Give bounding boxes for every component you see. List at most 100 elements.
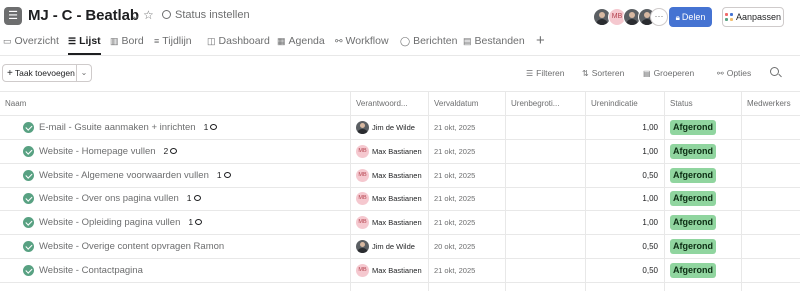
tab-tijdlijn[interactable]: ≡ Tijdlijn [154,34,192,52]
column-header[interactable]: Medwerkers [741,92,800,116]
table-cell[interactable]: Afgerond [664,235,741,258]
table-cell[interactable]: 20 okt, 2025 [428,235,505,258]
table-cell[interactable]: Afgerond [664,116,741,139]
completed-check-icon[interactable] [23,122,34,133]
set-status-button[interactable]: Status instellen [162,9,250,21]
tab-bord[interactable]: ▥ Bord [110,34,144,52]
project-title[interactable]: MJ - C - Beatlab [28,7,139,24]
table-cell[interactable]: Website - Overige content opvragen Ramon [0,235,350,258]
table-cell[interactable]: MB Max Bastianen [350,211,428,235]
status-badge[interactable]: Afgerond [670,120,716,135]
column-header[interactable]: Vervaldatum [428,92,505,116]
table-cell[interactable]: 21 okt, 2025 [428,187,505,211]
table-cell[interactable]: Website - Homepage vullen 2 [0,140,350,163]
table-cell[interactable] [505,163,585,187]
tab-overzicht[interactable]: ▭ Overzicht [3,34,59,52]
status-badge[interactable]: Afgerond [670,143,716,159]
completed-check-icon[interactable] [23,241,34,252]
table-cell[interactable]: 0,50 [585,235,664,258]
table-cell[interactable]: 1,00 [585,139,664,163]
tab-workflow[interactable]: ⚯ Workflow [335,34,389,52]
table-cell[interactable] [741,116,800,139]
task-name[interactable]: Website - Algemene voorwaarden vullen 1 [39,164,231,187]
table-cell[interactable]: 21 okt, 2025 [428,211,505,235]
column-header[interactable]: Naam [0,92,350,116]
status-badge[interactable]: Afgerond [670,262,716,278]
tab-lijst[interactable]: ☰ Lijst [68,34,101,55]
table-cell[interactable] [505,187,585,211]
table-row[interactable]: Website - Homepage vullen 2 MB Max Bastiane… [0,139,800,164]
add-task-dropdown[interactable]: ⌄ [77,64,92,82]
table-row[interactable]: Website - Opleiding pagina vullen 1 MB Max … [0,211,800,236]
completed-check-icon[interactable] [23,193,34,205]
list-icon[interactable]: ☰ [4,7,22,25]
column-header[interactable]: Urenindicatie [585,92,664,116]
sort-button[interactable]: ⇅ Sorteren [582,68,624,78]
table-cell[interactable]: Website - Over ons pagina vullen 1 [0,187,350,210]
table-cell[interactable]: 0,50 [585,258,664,282]
task-name[interactable]: Website - Contactpagina [39,259,143,282]
tab-bestanden[interactable]: ▤ Bestanden [463,34,525,52]
table-cell[interactable]: 21 okt, 2025 [428,258,505,282]
task-name[interactable]: Website - Over ons pagina vullen 1 [39,187,201,210]
more-members-icon[interactable]: ··· [650,8,668,26]
table-row[interactable]: Website - Overige content opvragen Ramon… [0,235,800,259]
table-cell[interactable]: MB Max Bastianen [350,163,428,187]
task-name[interactable]: E-mail - Gsuite aanmaken + inrichten 1 [39,116,218,139]
table-cell[interactable]: 1,00 [585,211,664,235]
column-header[interactable]: Urenbegroti... [505,92,585,116]
table-cell[interactable]: E-mail - Gsuite aanmaken + inrichten 1 [0,116,350,139]
completed-check-icon[interactable] [23,145,34,157]
table-cell[interactable]: 0,50 [585,163,664,187]
chevron-down-icon[interactable]: ⌄ [131,9,140,22]
tab-dashboard[interactable]: ◫ Dashboard [207,34,270,52]
table-cell[interactable]: MB Max Bastianen [350,187,428,211]
comment-count[interactable]: 1 [217,170,231,180]
completed-check-icon[interactable] [23,169,34,181]
table-cell[interactable]: Afgerond [664,163,741,187]
filter-button[interactable]: ☰ Filteren [526,68,565,78]
table-row[interactable]: Website - Over ons pagina vullen 1 MB Max B… [0,187,800,212]
group-button[interactable]: ▤ Groeperen [643,68,694,78]
star-icon[interactable]: ☆ [143,8,154,22]
table-cell[interactable]: Website - Opleiding pagina vullen 1 [0,211,350,234]
table-cell[interactable]: Website - Algemene voorwaarden vullen 1 [0,164,350,187]
table-cell[interactable]: 21 okt, 2025 [428,139,505,163]
comment-count[interactable]: 2 [164,146,178,156]
table-cell[interactable]: MB Max Bastianen [350,139,428,163]
column-header[interactable]: Status [664,92,741,116]
table-row[interactable]: Website - Contactpagina MB Max Bastianen 21… [0,258,800,283]
table-cell[interactable]: Jim de Wilde [350,116,428,139]
table-row[interactable]: E-mail - Gsuite aanmaken + inrichten 1 Jim… [0,116,800,140]
status-badge[interactable]: Afgerond [670,191,716,207]
add-tab-icon[interactable]: + [536,32,545,49]
status-badge[interactable]: Afgerond [670,167,716,183]
table-cell[interactable] [741,187,800,211]
table-cell[interactable]: 1,00 [585,187,664,211]
table-cell[interactable] [505,235,585,258]
table-row[interactable]: Website - Algemene voorwaarden vullen 1 MB… [0,163,800,188]
table-cell[interactable] [741,163,800,187]
share-button[interactable]: 🔒︎ Delen [669,7,712,27]
table-cell[interactable]: Jim de Wilde [350,235,428,258]
task-name[interactable]: Website - Homepage vullen 2 [39,140,178,163]
comment-count[interactable]: 1 [204,122,218,132]
customize-button[interactable]: Aanpassen [722,7,784,27]
tab-agenda[interactable]: ▦ Agenda [277,34,325,52]
table-cell[interactable] [741,211,800,235]
table-cell[interactable]: 21 okt, 2025 [428,116,505,139]
table-cell[interactable] [741,258,800,282]
column-header[interactable]: Verantwoord... [350,92,428,116]
comment-count[interactable]: 1 [187,193,201,203]
table-cell[interactable]: Afgerond [664,258,741,282]
table-cell[interactable] [505,211,585,235]
comment-count[interactable]: 1 [188,217,203,227]
add-task-button[interactable]: + Taak toevoegen [2,64,77,82]
options-button[interactable]: ⚯ Opties [717,68,751,78]
table-cell[interactable] [505,258,585,282]
task-name[interactable]: Website - Overige content opvragen Ramon [39,235,224,258]
table-cell[interactable] [505,139,585,163]
table-cell[interactable]: Afgerond [664,211,741,235]
status-badge[interactable]: Afgerond [670,239,716,254]
search-icon[interactable] [770,67,779,76]
